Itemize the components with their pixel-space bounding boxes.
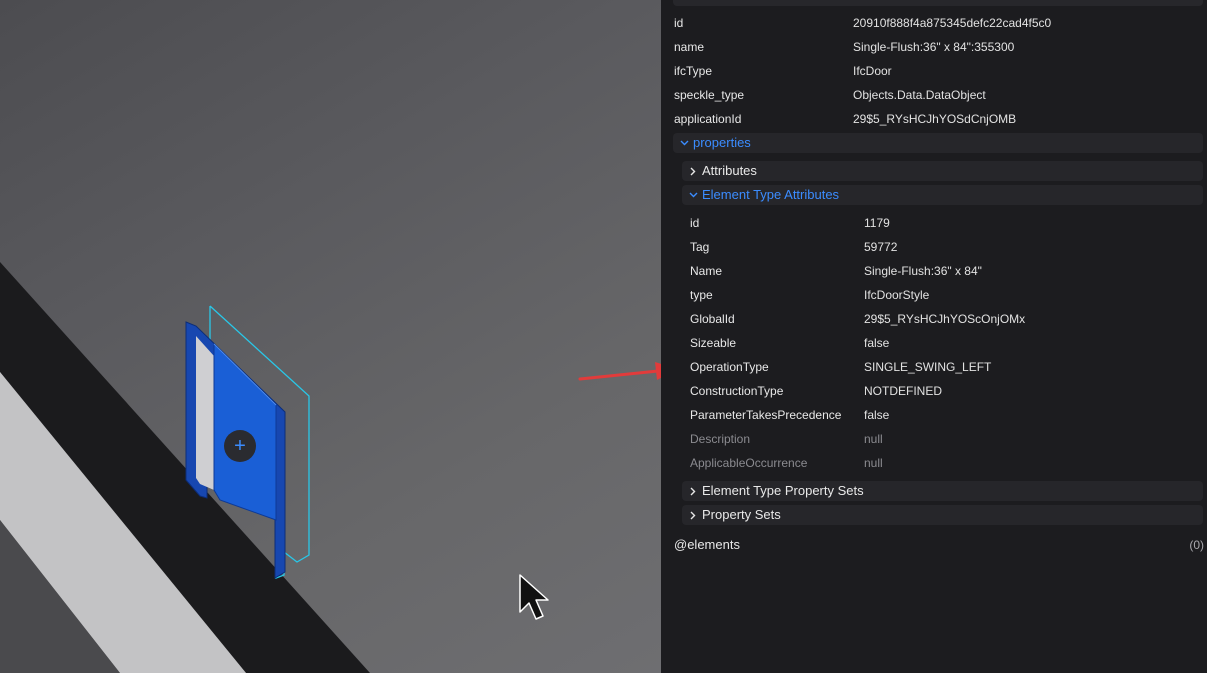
prop-value: Single-Flush:36" x 84":355300 bbox=[853, 40, 1015, 54]
prop-key: Sizeable bbox=[690, 336, 737, 350]
prop-value: null bbox=[864, 432, 883, 446]
prop-value: 1179 bbox=[864, 216, 890, 230]
prop-value: SINGLE_SWING_LEFT bbox=[864, 360, 992, 374]
prop-key: Tag bbox=[690, 240, 710, 254]
prop-key: id bbox=[674, 16, 684, 30]
elements-count: (0) bbox=[1189, 538, 1204, 552]
group-label: Element Type Property Sets bbox=[702, 483, 864, 498]
prop-value: false bbox=[864, 408, 890, 422]
prop-value: 29$5_RYsHCJhYOScOnjOMx bbox=[864, 312, 1026, 326]
prop-key: speckle_type bbox=[674, 88, 745, 102]
eta-row-description[interactable]: Description null bbox=[690, 427, 1200, 451]
eta-row-operationtype[interactable]: OperationType SINGLE_SWING_LEFT bbox=[690, 355, 1200, 379]
prop-value: 29$5_RYsHCJhYOSdCnjOMB bbox=[853, 112, 1017, 126]
group-property-sets[interactable]: Property Sets bbox=[682, 505, 1203, 525]
plus-icon: + bbox=[234, 435, 246, 457]
prop-key: type bbox=[690, 288, 713, 302]
prop-row-id[interactable]: id 20910f888f4a875345defc22cad4f5c0 bbox=[674, 11, 1204, 35]
elements-label: @elements bbox=[674, 537, 740, 552]
prop-value: Objects.Data.DataObject bbox=[853, 88, 986, 102]
chevron-down-icon bbox=[688, 185, 698, 205]
eta-row-globalid[interactable]: GlobalId 29$5_RYsHCJhYOScOnjOMx bbox=[690, 307, 1200, 331]
prop-key: name bbox=[674, 40, 705, 54]
prop-key: ConstructionType bbox=[690, 384, 784, 398]
prop-key: Name bbox=[690, 264, 723, 278]
prop-value: NOTDEFINED bbox=[864, 384, 942, 398]
arrow-cursor-icon bbox=[519, 574, 549, 620]
prop-value: 20910f888f4a875345defc22cad4f5c0 bbox=[853, 16, 1052, 30]
prop-key: id bbox=[690, 216, 700, 230]
group-label: properties bbox=[693, 135, 751, 150]
eta-row-applicableoccurrence[interactable]: ApplicableOccurrence null bbox=[690, 451, 1200, 475]
elements-row[interactable]: @elements (0) bbox=[674, 533, 1204, 557]
prop-row-ifctype[interactable]: ifcType IfcDoor bbox=[674, 59, 1204, 83]
group-element-type-attributes[interactable]: Element Type Attributes bbox=[682, 185, 1203, 205]
annotation-arrow-icon bbox=[578, 362, 661, 381]
object-properties-panel: id 20910f888f4a875345defc22cad4f5c0 name… bbox=[661, 0, 1207, 673]
prop-value: IfcDoor bbox=[853, 64, 892, 78]
prop-key: GlobalId bbox=[690, 312, 735, 326]
chevron-right-icon bbox=[688, 481, 698, 501]
group-label: Attributes bbox=[702, 163, 757, 178]
prop-value: 59772 bbox=[864, 240, 898, 254]
scene-canvas[interactable]: + bbox=[0, 0, 661, 673]
prop-value: null bbox=[864, 456, 883, 470]
group-element-type-property-sets[interactable]: Element Type Property Sets bbox=[682, 481, 1203, 501]
door-frame-inner bbox=[196, 336, 214, 490]
prop-key: Description bbox=[690, 432, 751, 446]
eta-row-id[interactable]: id 1179 bbox=[690, 211, 1200, 235]
group-label: Property Sets bbox=[702, 507, 781, 522]
chevron-right-icon bbox=[688, 505, 698, 525]
group-label: Element Type Attributes bbox=[702, 187, 840, 202]
prop-value: false bbox=[864, 336, 890, 350]
chevron-down-icon bbox=[679, 133, 689, 153]
eta-row-tag[interactable]: Tag 59772 bbox=[690, 235, 1200, 259]
eta-row-sizeable[interactable]: Sizeable false bbox=[690, 331, 1200, 355]
prop-key: ParameterTakesPrecedence bbox=[690, 408, 842, 422]
prop-key: ifcType bbox=[674, 64, 713, 78]
prop-value: Single-Flush:36" x 84" bbox=[864, 264, 982, 278]
prop-key: OperationType bbox=[690, 360, 769, 374]
prop-key: ApplicableOccurrence bbox=[690, 456, 808, 470]
prop-row-name[interactable]: name Single-Flush:36" x 84":355300 bbox=[674, 35, 1204, 59]
group-properties[interactable]: properties bbox=[673, 133, 1203, 153]
prop-key: applicationId bbox=[674, 112, 742, 126]
prop-value: IfcDoorStyle bbox=[864, 288, 930, 302]
eta-row-name[interactable]: Name Single-Flush:36" x 84" bbox=[690, 259, 1200, 283]
eta-row-constructiontype[interactable]: ConstructionType NOTDEFINED bbox=[690, 379, 1200, 403]
3d-viewport[interactable]: + bbox=[0, 0, 661, 673]
panel-header-strip bbox=[673, 0, 1203, 6]
eta-row-type[interactable]: type IfcDoorStyle bbox=[690, 283, 1200, 307]
prop-row-speckle-type[interactable]: speckle_type Objects.Data.DataObject bbox=[674, 83, 1204, 107]
prop-row-applicationid[interactable]: applicationId 29$5_RYsHCJhYOSdCnjOMB bbox=[674, 107, 1204, 131]
group-attributes[interactable]: Attributes bbox=[682, 161, 1203, 181]
chevron-right-icon bbox=[688, 161, 698, 181]
eta-row-parametertakesprecedence[interactable]: ParameterTakesPrecedence false bbox=[690, 403, 1200, 427]
